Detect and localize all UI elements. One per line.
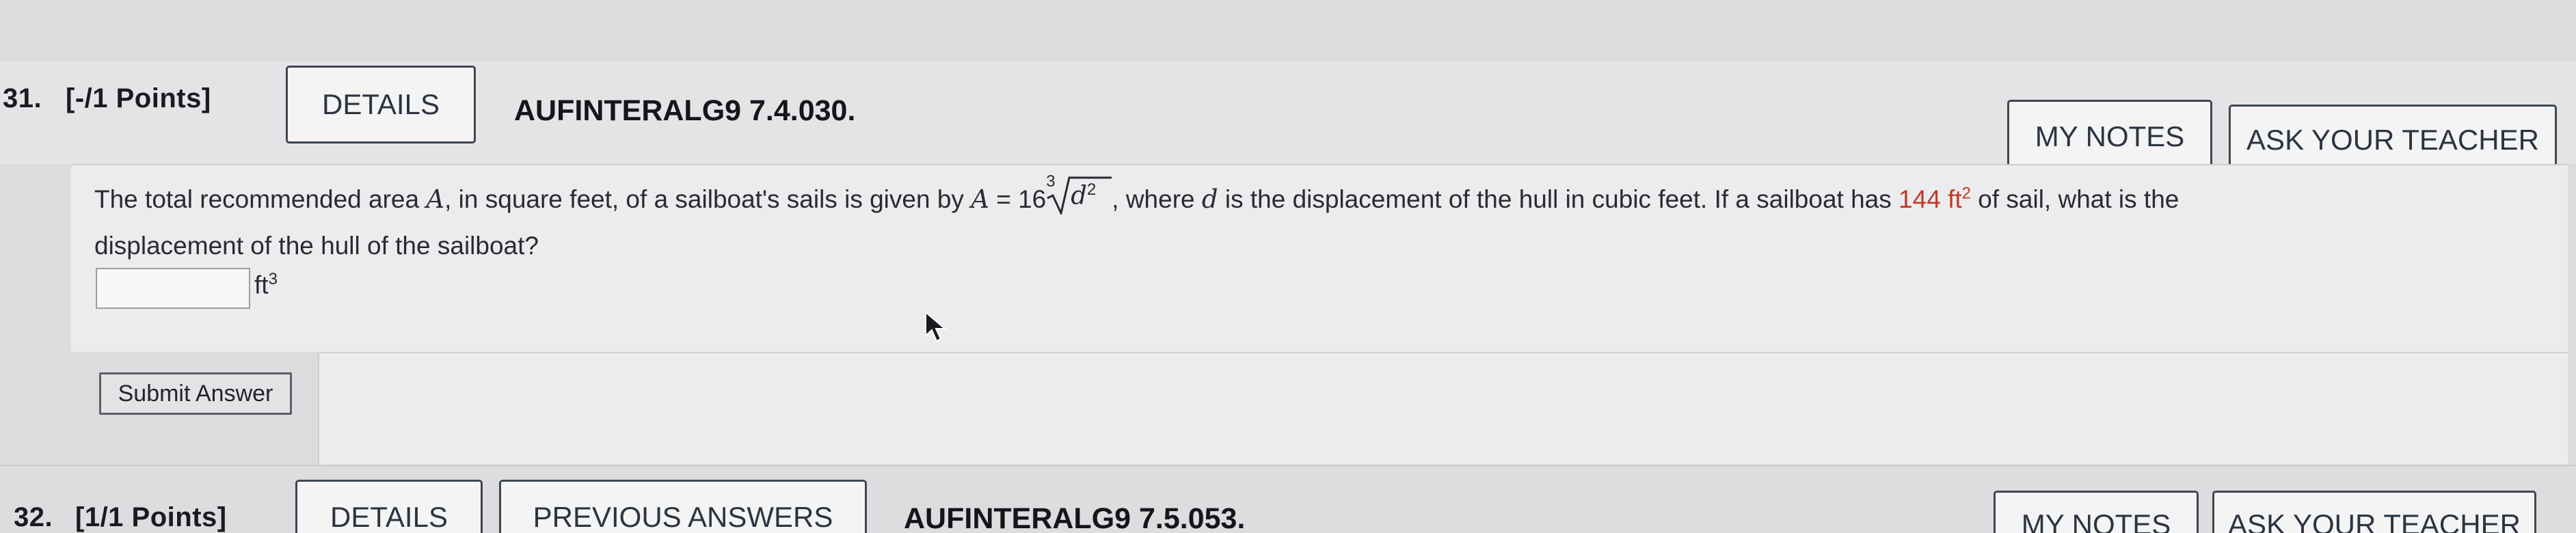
question-32-my-notes-button[interactable]: MY NOTES: [1994, 491, 2199, 533]
page: 31. [-/1 Points] DETAILS AUFINTERALG9 7.…: [0, 0, 2576, 533]
question-32-number: 32.: [14, 502, 53, 532]
question-31-number: 31.: [3, 83, 42, 113]
question-32-details-button[interactable]: DETAILS: [295, 480, 483, 533]
my-notes-button[interactable]: MY NOTES: [2007, 100, 2212, 174]
question-text-line-1: The total recommended area A, in square …: [94, 172, 2179, 215]
given-sail-area: 144 ft2: [1899, 184, 1971, 213]
question-text-line-2: displacement of the hull of the sailboat…: [94, 232, 539, 260]
cube-root-radical-icon: 3 d2: [1046, 172, 1112, 215]
submit-panel: [318, 352, 2568, 465]
previous-answers-button[interactable]: PREVIOUS ANSWERS: [499, 480, 867, 533]
formula-coefficient: = 16: [989, 185, 1047, 213]
question-32-points: [1/1 Points]: [75, 502, 227, 532]
question-31-code: AUFINTERALG9 7.4.030.: [514, 94, 856, 127]
formula-variable-A: A: [971, 184, 989, 214]
answer-input[interactable]: [96, 268, 250, 309]
details-button[interactable]: DETAILS: [286, 66, 476, 144]
radicand-exponent: 2: [1086, 180, 1097, 199]
answer-unit: ft3: [254, 270, 278, 299]
question-32-ask-your-teacher-button[interactable]: ASK YOUR TEACHER: [2212, 491, 2536, 533]
question-32-code: AUFINTERALG9 7.5.053.: [904, 502, 1246, 533]
mouse-pointer-icon: [925, 311, 947, 342]
question-31-points: [-/1 Points]: [66, 83, 211, 113]
variable-A: A: [426, 184, 445, 214]
submit-answer-button[interactable]: Submit Answer: [99, 372, 292, 415]
variable-d: d: [1201, 184, 1218, 214]
radicand-d: d: [1071, 180, 1087, 210]
